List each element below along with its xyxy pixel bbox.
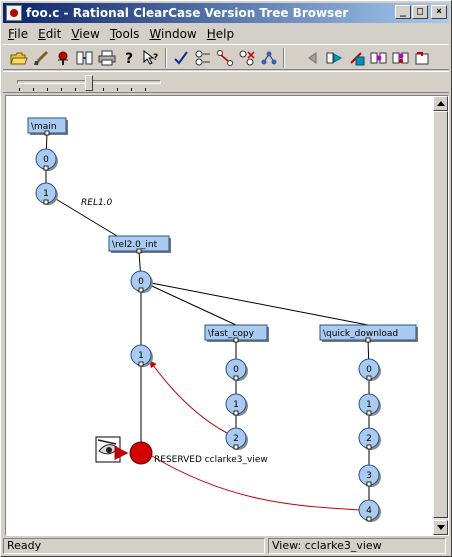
toolbar: ? ?	[3, 44, 449, 70]
version-node[interactable]: 1	[358, 393, 381, 416]
maximize-button[interactable]: □	[412, 5, 428, 19]
menu-file[interactable]: File	[3, 27, 33, 41]
version-node[interactable]: 2	[358, 427, 381, 450]
clear-icon[interactable]	[413, 48, 433, 68]
scroll-up-button[interactable]	[433, 96, 448, 111]
status-bar: Ready View: cclarke3_view	[3, 538, 449, 555]
version-node[interactable]: 0	[35, 148, 58, 171]
svg-text:\fast_copy: \fast_copy	[208, 329, 255, 339]
zoom-bar	[3, 71, 449, 93]
version-node[interactable]: 1	[225, 393, 248, 416]
merge-arrows	[149, 360, 360, 511]
menu-window[interactable]: Window	[144, 27, 201, 41]
status-message: Ready	[3, 538, 265, 554]
branch-x-icon[interactable]	[237, 48, 257, 68]
branch-box[interactable]: \rel2.0_int	[108, 235, 171, 254]
window-title: foo.c - Rational ClearCase Version Tree …	[26, 6, 349, 20]
undo-icon[interactable]	[391, 48, 411, 68]
app-icon[interactable]	[6, 5, 22, 21]
svg-text:\rel2.0_int: \rel2.0_int	[112, 240, 158, 250]
svg-text:2: 2	[233, 434, 239, 444]
title-bar[interactable]: foo.c - Rational ClearCase Version Tree …	[3, 3, 449, 23]
merge-arrow-fast-copy	[149, 360, 228, 434]
svg-text:4: 4	[366, 506, 372, 516]
checked-out-version[interactable]	[129, 441, 153, 465]
menu-view[interactable]: View	[66, 27, 104, 41]
menu-bar: File Edit View Tools Window Help	[3, 24, 449, 43]
svg-text:1: 1	[233, 400, 239, 410]
checkout-label: RESERVED cclarke3_view	[154, 455, 268, 465]
tree-edges	[45, 132, 370, 510]
version-tree-canvas[interactable]: \main \rel2.0_int \fast_copy \quick_downloa…	[6, 96, 433, 535]
checkout-icon[interactable]	[347, 48, 367, 68]
version-node[interactable]: 4	[358, 499, 381, 522]
menu-help[interactable]: Help	[202, 27, 239, 41]
svg-text:1: 1	[43, 189, 49, 199]
svg-text:1: 1	[366, 400, 372, 410]
tree-icon[interactable]	[259, 48, 279, 68]
help-icon[interactable]: ?	[119, 48, 139, 68]
compare-icon[interactable]	[75, 48, 95, 68]
version-node[interactable]: 0	[130, 270, 153, 293]
view-eye-icon	[95, 436, 129, 463]
branch-box[interactable]: \quick_download	[319, 324, 418, 343]
svg-text:0: 0	[138, 277, 144, 287]
toolbar-separator	[165, 48, 167, 68]
print-icon[interactable]	[97, 48, 117, 68]
branch-boxes: \main \rel2.0_int \fast_copy \quick_downloa…	[27, 117, 418, 343]
zoom-slider-thumb[interactable]	[85, 75, 93, 91]
menu-edit[interactable]: Edit	[33, 27, 66, 41]
version-node[interactable]: 1	[35, 182, 58, 205]
branch-box[interactable]: \main	[27, 117, 68, 136]
vertical-scrollbar[interactable]	[433, 96, 448, 535]
version-label-tag: REL1.0	[81, 198, 113, 208]
svg-text:0: 0	[43, 155, 49, 165]
svg-text:3: 3	[366, 471, 372, 481]
version-node[interactable]: 0	[225, 358, 248, 381]
open-folder-icon[interactable]	[9, 48, 29, 68]
status-view: View: cclarke3_view	[268, 538, 446, 554]
labels-icon[interactable]	[193, 48, 213, 68]
back-icon[interactable]	[303, 48, 323, 68]
svg-text:2: 2	[366, 434, 372, 444]
scroll-thumb[interactable]	[433, 111, 448, 518]
svg-text:\quick_download: \quick_download	[323, 329, 398, 339]
version-tree-graph: \main \rel2.0_int \fast_copy \quick_downloa…	[27, 117, 418, 522]
merge-arrows-icon[interactable]	[215, 48, 235, 68]
menu-tools[interactable]: Tools	[105, 27, 145, 41]
minimize-button[interactable]: _	[395, 5, 411, 19]
checkmark-icon[interactable]	[171, 48, 191, 68]
pin-icon[interactable]	[53, 48, 73, 68]
svg-text:?: ?	[125, 51, 133, 66]
version-node[interactable]: 3	[358, 464, 381, 487]
toolbar-separator	[283, 48, 285, 68]
version-node[interactable]: 2	[225, 427, 248, 450]
svg-text:?: ?	[153, 53, 158, 63]
context-help-icon[interactable]: ?	[141, 48, 161, 68]
svg-text:0: 0	[366, 365, 372, 375]
brush-icon[interactable]	[31, 48, 51, 68]
app-window: foo.c - Rational ClearCase Version Tree …	[0, 0, 452, 557]
svg-text:\main: \main	[31, 122, 57, 132]
svg-text:1: 1	[138, 351, 144, 361]
forward-icon[interactable]	[325, 48, 345, 68]
version-node[interactable]: 0	[358, 358, 381, 381]
checkin-icon[interactable]	[369, 48, 389, 68]
close-button[interactable]: ×	[431, 5, 447, 19]
version-node[interactable]: 1	[130, 344, 153, 367]
svg-text:0: 0	[233, 365, 239, 375]
branch-box[interactable]: \fast_copy	[204, 324, 269, 343]
scroll-down-button[interactable]	[433, 520, 448, 535]
